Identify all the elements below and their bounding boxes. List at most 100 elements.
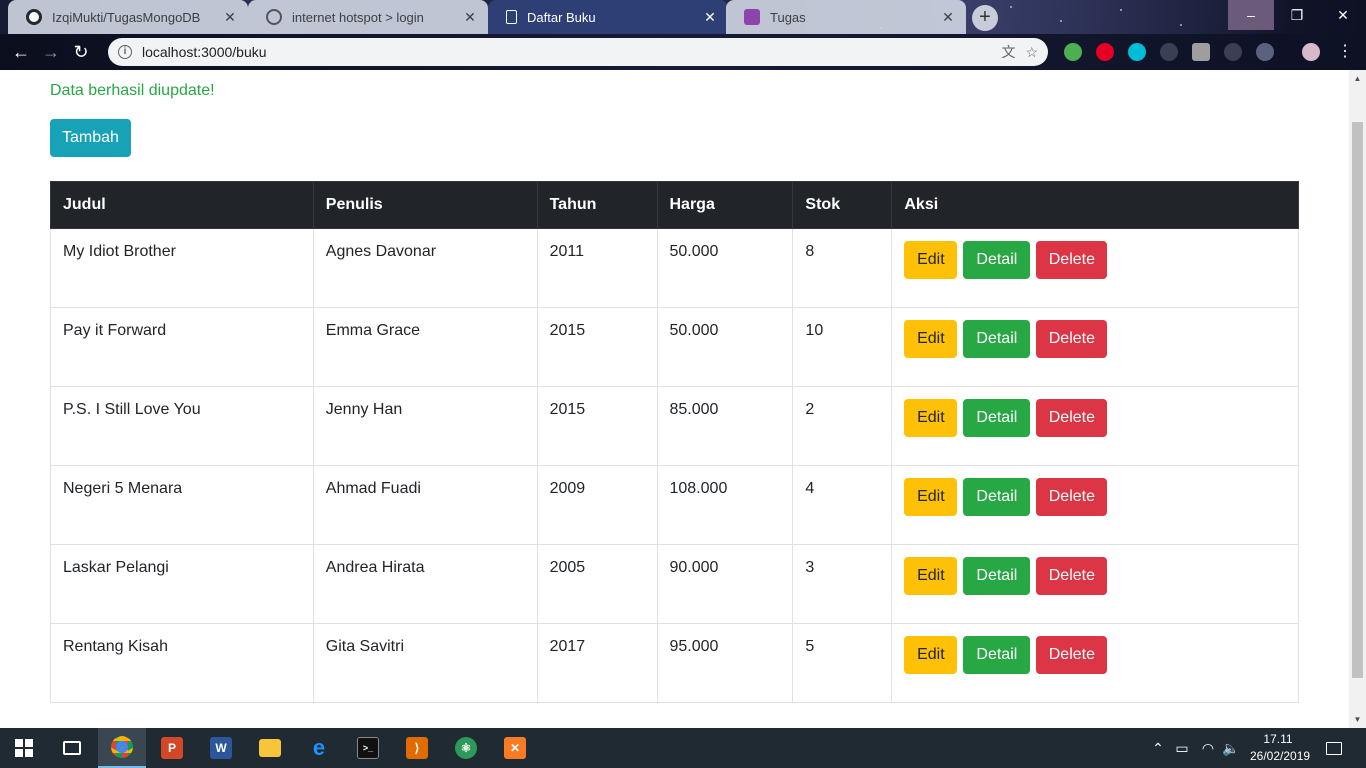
- column-header-stok: Stok: [792, 181, 893, 229]
- reload-button[interactable]: ↻: [66, 37, 96, 67]
- taskbar-chrome[interactable]: [98, 728, 146, 768]
- taskbar-edge[interactable]: e: [295, 728, 343, 768]
- close-icon[interactable]: ✕: [222, 9, 238, 26]
- notification-icon[interactable]: [1320, 728, 1348, 768]
- translate-icon[interactable]: 文: [1001, 42, 1015, 62]
- back-button[interactable]: ←: [6, 37, 36, 67]
- cell-harga: 90.000: [656, 544, 794, 624]
- detail-button[interactable]: Detail: [963, 399, 1031, 437]
- detail-button[interactable]: Detail: [963, 320, 1031, 358]
- delete-button[interactable]: Delete: [1036, 478, 1108, 516]
- extension-icon[interactable]: [1064, 43, 1082, 61]
- windows-icon: [15, 739, 33, 757]
- wallpaper-star: [1060, 20, 1062, 22]
- delete-button[interactable]: Delete: [1036, 241, 1108, 279]
- extension-m-icon[interactable]: [1128, 43, 1146, 61]
- volume-icon[interactable]: 🔈: [1220, 728, 1242, 768]
- url-text[interactable]: localhost:3000/buku: [142, 44, 991, 60]
- word-icon: W: [210, 737, 232, 759]
- delete-button[interactable]: Delete: [1036, 320, 1108, 358]
- taskbar-terminal[interactable]: >_: [344, 728, 392, 768]
- new-tab-button[interactable]: +: [972, 5, 998, 31]
- cell-penulis: Emma Grace: [312, 307, 538, 387]
- delete-button[interactable]: Delete: [1036, 557, 1108, 595]
- detail-button[interactable]: Detail: [963, 241, 1031, 279]
- battery-icon[interactable]: ▭: [1172, 728, 1192, 768]
- task-view-icon: [63, 741, 81, 755]
- tab-tugas[interactable]: Tugas ✕: [726, 0, 966, 34]
- info-icon[interactable]: i: [118, 45, 132, 59]
- extension-v-icon[interactable]: [1192, 43, 1210, 61]
- maximize-button[interactable]: ❐: [1274, 0, 1320, 30]
- edit-button[interactable]: Edit: [904, 636, 958, 674]
- detail-button[interactable]: Detail: [963, 636, 1031, 674]
- cell-penulis: Andrea Hirata: [312, 544, 538, 624]
- menu-icon[interactable]: ⋮: [1336, 43, 1354, 61]
- extension-icon[interactable]: [1160, 43, 1178, 61]
- detail-button[interactable]: Detail: [963, 557, 1031, 595]
- tab-hotspot-login[interactable]: internet hotspot > login ✕: [248, 0, 488, 34]
- taskbar-powerpoint[interactable]: P: [148, 728, 196, 768]
- wallpaper-star: [1010, 6, 1012, 8]
- start-button[interactable]: [0, 728, 48, 768]
- cell-judul: My Idiot Brother: [50, 228, 314, 308]
- cell-aksi: Edit Detail Delete: [891, 465, 1299, 545]
- task-view-button[interactable]: [48, 728, 96, 768]
- cell-stok: 3: [792, 544, 893, 624]
- vscode-icon: ⟩: [406, 737, 428, 759]
- classroom-icon: [744, 9, 760, 25]
- page-scrollbar[interactable]: ▲ ▼: [1349, 70, 1366, 728]
- extension-icon[interactable]: [1224, 43, 1242, 61]
- delete-button[interactable]: Delete: [1036, 399, 1108, 437]
- action-center-icon: [1326, 741, 1342, 755]
- windows-taskbar: P W e >_ ⟩ ⚛ ✕ ⌃ ▭ ◠ 🔈 17.11 26/02/2019: [0, 728, 1366, 768]
- wifi-icon[interactable]: ◠: [1196, 728, 1220, 768]
- forward-button[interactable]: →: [36, 37, 66, 67]
- cell-tahun: 2015: [536, 386, 658, 466]
- system-clock[interactable]: 17.11 26/02/2019: [1250, 731, 1310, 765]
- taskbar-atom[interactable]: ⚛: [442, 728, 490, 768]
- pinterest-icon[interactable]: [1096, 43, 1114, 61]
- edit-button[interactable]: Edit: [904, 399, 958, 437]
- minimize-button[interactable]: –: [1228, 0, 1274, 30]
- profile-avatar[interactable]: [1302, 43, 1320, 61]
- table-row: My Idiot Brother Agnes Davonar 2011 50.0…: [50, 228, 1299, 308]
- close-icon[interactable]: ✕: [702, 9, 718, 26]
- add-book-button[interactable]: Tambah: [50, 119, 131, 157]
- react-devtools-icon[interactable]: [1256, 43, 1274, 61]
- edit-button[interactable]: Edit: [904, 320, 958, 358]
- edit-button[interactable]: Edit: [904, 241, 958, 279]
- taskbar-file-explorer[interactable]: [246, 728, 294, 768]
- tab-title: Tugas: [770, 9, 806, 25]
- window-close-button[interactable]: ✕: [1320, 0, 1366, 30]
- clock-time: 17.11: [1263, 732, 1293, 746]
- scrollbar-thumb[interactable]: [1352, 122, 1363, 678]
- table-row: Laskar Pelangi Andrea Hirata 2005 90.000…: [50, 544, 1299, 624]
- cell-harga: 85.000: [656, 386, 794, 466]
- wallpaper-star: [1180, 24, 1182, 26]
- detail-button[interactable]: Detail: [963, 478, 1031, 516]
- cell-judul: Negeri 5 Menara: [50, 465, 314, 545]
- tray-chevron-up-icon[interactable]: ⌃: [1148, 728, 1168, 768]
- cell-judul: Rentang Kisah: [50, 623, 314, 703]
- taskbar-word[interactable]: W: [197, 728, 245, 768]
- bookmark-star-icon[interactable]: ☆: [1025, 44, 1038, 61]
- close-icon[interactable]: ✕: [462, 9, 478, 26]
- address-bar[interactable]: i localhost:3000/buku 文 ☆: [108, 38, 1048, 66]
- taskbar-vscode[interactable]: ⟩: [393, 728, 441, 768]
- browser-tab-strip: IzqiMukti/TugasMongoDB ✕ internet hotspo…: [0, 0, 1366, 34]
- tab-daftar-buku[interactable]: Daftar Buku ✕: [488, 0, 728, 34]
- close-icon[interactable]: ✕: [940, 9, 956, 26]
- scroll-down-arrow-icon[interactable]: ▼: [1349, 711, 1366, 728]
- edit-button[interactable]: Edit: [904, 557, 958, 595]
- tab-github[interactable]: IzqiMukti/TugasMongoDB ✕: [8, 0, 248, 34]
- hotspot-icon: [266, 9, 282, 25]
- edit-button[interactable]: Edit: [904, 478, 958, 516]
- browser-toolbar: ← → ↻ i localhost:3000/buku 文 ☆ ⋮: [0, 34, 1366, 70]
- tab-title: IzqiMukti/TugasMongoDB: [52, 9, 201, 25]
- cell-harga: 50.000: [656, 228, 794, 308]
- cell-tahun: 2017: [536, 623, 658, 703]
- taskbar-xampp[interactable]: ✕: [491, 728, 539, 768]
- scroll-up-arrow-icon[interactable]: ▲: [1349, 70, 1366, 87]
- delete-button[interactable]: Delete: [1036, 636, 1108, 674]
